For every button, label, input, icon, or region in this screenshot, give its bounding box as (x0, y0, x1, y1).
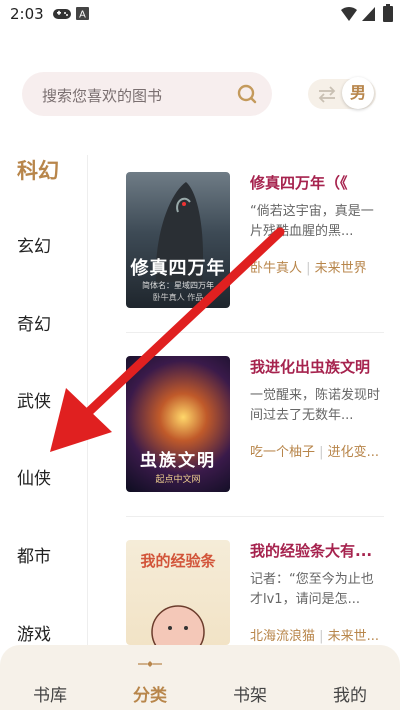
a-badge-icon: A (76, 7, 89, 20)
status-time: 2:03 (10, 5, 44, 23)
book-meta: 北海流浪猫 | 未来世... (250, 629, 380, 644)
book-divider (126, 516, 384, 517)
book-tag: 未来世界 (314, 261, 367, 276)
svg-text:A: A (79, 10, 86, 21)
book-description: “倘若这宇宙，真是一片残酷血腥的黑... (250, 204, 374, 239)
cover-subtitle: 简体名：星域四万年 (142, 281, 214, 290)
active-tab-indicator-icon (138, 661, 162, 667)
gender-label: 男 (342, 77, 374, 109)
cover-author: 卧牛真人 作品 (152, 293, 204, 302)
nav-tab-category[interactable]: 分类 (120, 681, 180, 706)
book-tag: 未来世... (327, 629, 380, 644)
battery-icon (383, 4, 393, 22)
book-title[interactable]: 修真四万年（《 (250, 172, 384, 193)
book-tag: 进化变... (327, 445, 380, 460)
gender-toggle[interactable]: 男 (308, 77, 376, 109)
book-meta: 吃一个柚子 | 进化变... (250, 445, 380, 460)
book-author: 北海流浪猫 (250, 629, 316, 644)
nav-tab-mine[interactable]: 我的 (320, 681, 380, 706)
gamepad-icon (53, 9, 71, 19)
book-card[interactable]: 虫族文明 起点中文网 我进化出虫族文明 一觉醒来，陈诺发现时间过去了无数年...… (126, 356, 384, 492)
category-item-xuanhuan[interactable]: 玄幻 (17, 232, 51, 257)
book-author: 卧牛真人 (250, 261, 303, 276)
cover-title: 修真四万年 (130, 258, 226, 279)
book-meta: 卧牛真人 | 未来世界 (250, 261, 367, 276)
book-cover[interactable]: 修真四万年 简体名：星域四万年 卧牛真人 作品 (126, 172, 230, 308)
nav-tab-bookshelf[interactable]: 书架 (220, 681, 280, 706)
book-card[interactable]: 修真四万年 简体名：星域四万年 卧牛真人 作品 修真四万年（《 “倘若这宇宙，真… (126, 172, 384, 308)
bottom-nav: 书库 分类 书架 我的 (0, 645, 400, 710)
swap-icon (318, 86, 336, 103)
category-divider (87, 155, 88, 650)
category-item-youxi[interactable]: 游戏 (17, 620, 51, 645)
book-card[interactable]: 我的经验条 我的经验条大有... 记者：“您至今为止也才lv1，请问是怎... … (126, 540, 384, 645)
book-author: 吃一个柚子 (250, 445, 316, 460)
book-description: 记者：“您至今为止也才lv1，请问是怎... (250, 572, 374, 607)
book-cover[interactable]: 虫族文明 起点中文网 (126, 356, 230, 492)
category-item-active[interactable]: 科幻 (17, 155, 59, 185)
book-title[interactable]: 我的经验条大有... (250, 540, 384, 561)
status-bar: 2:03 A (0, 0, 400, 28)
book-divider (126, 332, 384, 333)
category-item-qihuan[interactable]: 奇幻 (17, 310, 51, 335)
book-description: 一觉醒来，陈诺发现时间过去了无数年... (250, 388, 381, 423)
category-item-dushi[interactable]: 都市 (17, 542, 51, 567)
search-icon[interactable] (236, 83, 258, 105)
book-title[interactable]: 我进化出虫族文明 (250, 356, 384, 377)
cover-title: 虫族文明 (140, 451, 216, 471)
book-cover[interactable]: 我的经验条 (126, 540, 230, 645)
cover-art (151, 605, 205, 645)
category-item-xianxia[interactable]: 仙侠 (17, 464, 51, 489)
signal-icon (362, 7, 375, 21)
search-bar[interactable]: 搜索您喜欢的图书 (22, 72, 272, 116)
category-item-wuxia[interactable]: 武侠 (17, 387, 51, 412)
search-placeholder: 搜索您喜欢的图书 (42, 87, 163, 105)
nav-tab-library[interactable]: 书库 (20, 681, 80, 706)
cover-subtitle: 起点中文网 (155, 475, 201, 485)
wifi-icon (341, 6, 357, 21)
